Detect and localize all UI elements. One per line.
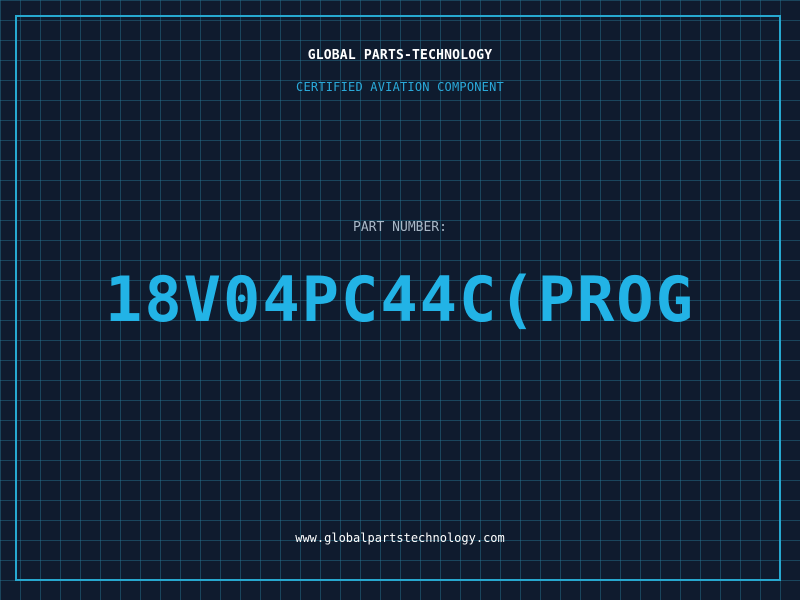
certification-tagline: CERTIFIED AVIATION COMPONENT — [296, 80, 504, 94]
part-number-value: 18V04PC44C(PROG — [105, 263, 695, 336]
website-url: www.globalpartstechnology.com — [295, 531, 505, 545]
part-number-label: PART NUMBER: — [353, 220, 447, 235]
company-name: GLOBAL PARTS-TECHNOLOGY — [307, 48, 493, 63]
part-label-card: GLOBAL PARTS-TECHNOLOGY CERTIFIED AVIATI… — [0, 0, 800, 600]
